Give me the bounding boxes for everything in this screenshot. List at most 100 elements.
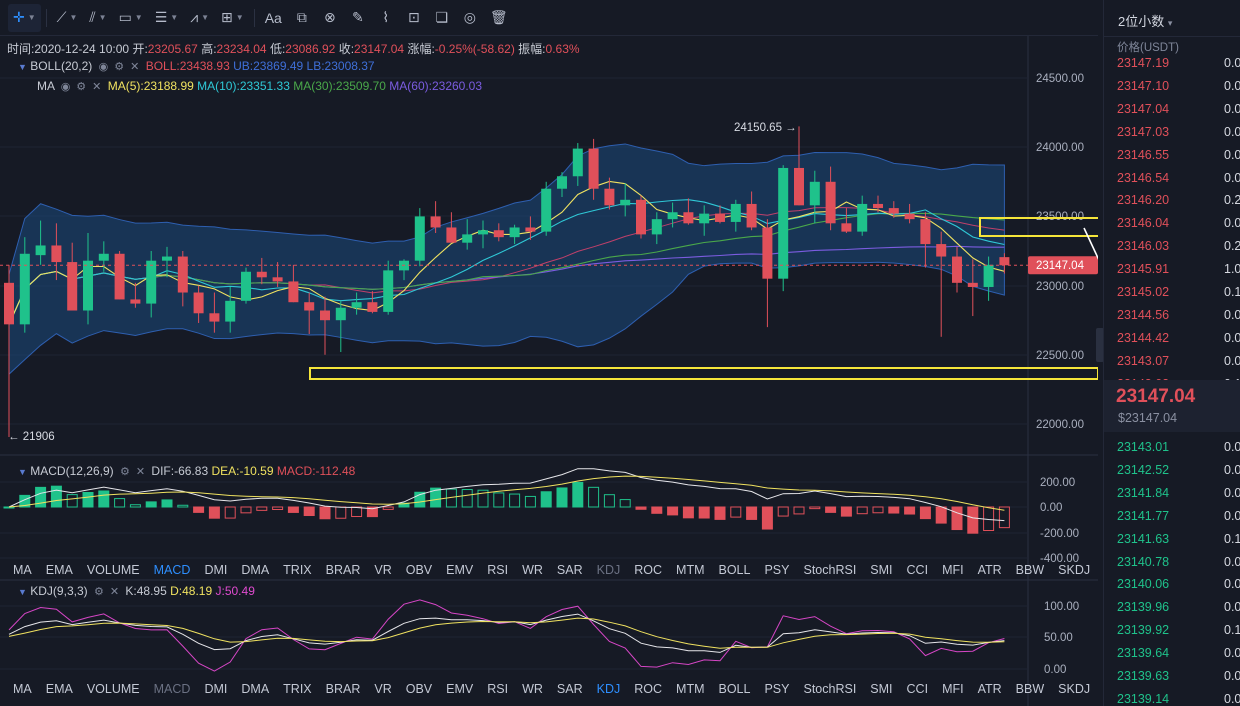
tab-macd[interactable]: MACD (147, 559, 198, 581)
pattern-tool[interactable]: ⧉ (289, 4, 315, 32)
chart-canvas[interactable]: 23147.0424500.0024000.0023500.0023000.00… (0, 36, 1098, 706)
tab-vr[interactable]: VR (367, 559, 398, 581)
close-icon[interactable]: ✕ (92, 81, 101, 93)
bid-row[interactable]: 23140.06 0.0 (1104, 577, 1240, 600)
tab-atr[interactable]: ATR (971, 559, 1009, 581)
tab-stochrsi[interactable]: StochRSI (796, 559, 863, 581)
trend-line-tool[interactable]: ⟋ ▼ (52, 4, 83, 32)
tab-volume[interactable]: VOLUME (80, 559, 147, 581)
tab-boll[interactable]: BOLL (712, 678, 758, 700)
tab-mfi[interactable]: MFI (935, 678, 971, 700)
tab-trix[interactable]: TRIX (276, 678, 318, 700)
tab-wr[interactable]: WR (515, 678, 550, 700)
tab-cci[interactable]: CCI (900, 559, 936, 581)
delete-tool[interactable]: 🗑 (485, 4, 513, 32)
chart-area[interactable]: ✛ ▼ ⟋ ▼ ⫽ ▼ ▭ ▼ ☰ ▼ ⩘ ▼ ⊞ ▼ Aa ⧉ ⊗ ✎ ⌇ ⊡ ❏ ◎ 🗑 23147.04 24500.0… (0, 0, 1098, 706)
tab-sar[interactable]: SAR (550, 559, 590, 581)
tab-psy[interactable]: PSY (757, 559, 796, 581)
eye-icon[interactable]: ◉ (99, 61, 109, 73)
tab-volume[interactable]: VOLUME (80, 678, 147, 700)
ask-row[interactable]: 23147.04 0.0 (1104, 102, 1240, 125)
ask-row[interactable]: 23144.42 0.0 (1104, 331, 1240, 354)
tab-smi[interactable]: SMI (863, 559, 899, 581)
visibility-tool[interactable]: ◎ (457, 4, 483, 32)
tab-cci[interactable]: CCI (900, 678, 936, 700)
tab-ema[interactable]: EMA (39, 678, 80, 700)
tab-ema[interactable]: EMA (39, 559, 80, 581)
tab-rsi[interactable]: RSI (480, 559, 515, 581)
collapse-icon[interactable]: ▼ (18, 62, 27, 72)
tab-atr[interactable]: ATR (971, 678, 1009, 700)
gear-icon[interactable]: ⚙ (114, 61, 124, 73)
gear-icon[interactable]: ⚙ (76, 81, 86, 93)
rectangle-tool[interactable]: ▭ ▼ (114, 4, 148, 32)
tab-obv[interactable]: OBV (399, 559, 439, 581)
eye-icon[interactable]: ◉ (61, 81, 71, 93)
bid-row[interactable]: 23139.92 0.1 (1104, 623, 1240, 646)
tab-wr[interactable]: WR (515, 559, 550, 581)
crosshair-tool[interactable]: ✛ ▼ (8, 3, 41, 32)
ask-row[interactable]: 23147.10 0.0 (1104, 79, 1240, 102)
bid-row[interactable]: 23141.84 0.0 (1104, 486, 1240, 509)
ask-row[interactable]: 23146.04 0.0 (1104, 216, 1240, 239)
tab-emv[interactable]: EMV (439, 678, 480, 700)
tab-ma[interactable]: MA (6, 678, 39, 700)
lock-tool[interactable]: ⊡ (401, 4, 427, 32)
close-icon[interactable]: ✕ (136, 466, 145, 478)
ask-row[interactable]: 23145.02 0.1 (1104, 285, 1240, 308)
tab-stochrsi[interactable]: StochRSI (796, 678, 863, 700)
collapse-icon[interactable]: ▼ (18, 467, 27, 477)
tab-bbw[interactable]: BBW (1009, 678, 1051, 700)
ask-row[interactable]: 23146.55 0.0 (1104, 148, 1240, 171)
bid-row[interactable]: 23141.63 0.1 (1104, 532, 1240, 555)
ask-row[interactable]: 23143.07 0.0 (1104, 354, 1240, 377)
gear-icon[interactable]: ⚙ (120, 466, 130, 478)
tab-ma[interactable]: MA (6, 559, 39, 581)
tab-dmi[interactable]: DMI (197, 559, 234, 581)
bid-row[interactable]: 23139.14 0.0 (1104, 692, 1240, 706)
tab-kdj[interactable]: KDJ (590, 559, 628, 581)
ask-row[interactable]: 23144.56 0.0 (1104, 308, 1240, 331)
tab-dma[interactable]: DMA (234, 678, 276, 700)
ask-row[interactable]: 23147.19 0.0 (1104, 56, 1240, 79)
tab-emv[interactable]: EMV (439, 559, 480, 581)
tab-trix[interactable]: TRIX (276, 559, 318, 581)
tab-mtm[interactable]: MTM (669, 559, 711, 581)
wave-tool[interactable]: ⩘ ▼ (185, 4, 214, 32)
tab-smi[interactable]: SMI (863, 678, 899, 700)
tab-roc[interactable]: ROC (627, 559, 669, 581)
tab-brar[interactable]: BRAR (319, 678, 368, 700)
bid-row[interactable]: 23143.01 0.0 (1104, 440, 1240, 463)
ask-row[interactable]: 23146.03 0.2 (1104, 239, 1240, 262)
bid-row[interactable]: 23140.78 0.0 (1104, 555, 1240, 578)
tab-dma[interactable]: DMA (234, 559, 276, 581)
text-tool[interactable]: Aa (260, 4, 287, 32)
ruler-tool[interactable]: ✎ (345, 4, 371, 32)
ask-row[interactable]: 23147.03 0.0 (1104, 125, 1240, 148)
close-icon[interactable]: ✕ (110, 586, 119, 598)
measure-tool[interactable]: ⊞ ▼ (216, 4, 249, 32)
brush-tool[interactable]: ⌇ (373, 4, 399, 32)
close-icon[interactable]: ✕ (130, 61, 139, 73)
ask-row[interactable]: 23146.54 0.0 (1104, 171, 1240, 194)
tab-brar[interactable]: BRAR (319, 559, 368, 581)
tab-roc[interactable]: ROC (627, 678, 669, 700)
bid-row[interactable]: 23141.77 0.0 (1104, 509, 1240, 532)
fib-tool[interactable]: ☰ ▼ (150, 4, 183, 32)
tab-psy[interactable]: PSY (757, 678, 796, 700)
tab-skdj[interactable]: SKDJ (1051, 678, 1097, 700)
tab-skdj[interactable]: SKDJ (1051, 559, 1097, 581)
tab-mtm[interactable]: MTM (669, 678, 711, 700)
tab-sar[interactable]: SAR (550, 678, 590, 700)
tab-mfi[interactable]: MFI (935, 559, 971, 581)
bid-row[interactable]: 23142.52 0.0 (1104, 463, 1240, 486)
tab-obv[interactable]: OBV (399, 678, 439, 700)
layers-tool[interactable]: ❏ (429, 4, 455, 32)
gear-icon[interactable]: ⚙ (94, 586, 104, 598)
ask-row[interactable]: 23145.91 1.0 (1104, 262, 1240, 285)
precision-select[interactable]: 2位小数 ▾ (1118, 11, 1172, 30)
tab-rsi[interactable]: RSI (480, 678, 515, 700)
magnet-tool[interactable]: ⊗ (317, 4, 343, 32)
tab-dmi[interactable]: DMI (197, 678, 234, 700)
collapse-icon[interactable]: ▼ (18, 587, 27, 597)
